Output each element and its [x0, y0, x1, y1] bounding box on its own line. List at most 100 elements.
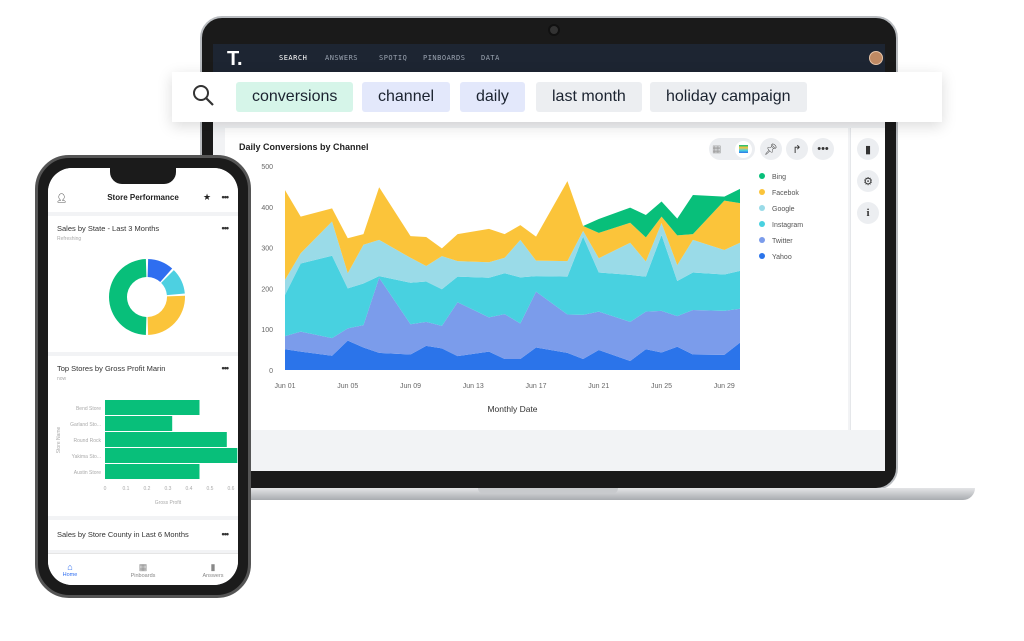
y-tick-label: 0: [269, 368, 273, 375]
y-tick-label: Round Rock: [73, 438, 101, 444]
answer-panel: Daily Conversions by Channel ▦ 📌︎ ↱ ••• …: [225, 128, 848, 430]
legend-label: Bing: [772, 174, 786, 181]
tab-pinboards[interactable]: ▦ Pinboards: [118, 562, 168, 579]
bar: [105, 464, 200, 479]
laptop-notch: [478, 488, 618, 494]
legend-label: Instagram: [772, 222, 803, 229]
x-axis-label: Gross Profit: [155, 500, 182, 506]
y-axis-label: Store Name: [56, 426, 62, 453]
x-tick-label: 0.2: [144, 486, 151, 492]
home-icon: ⌂: [67, 562, 73, 572]
card-top-stores[interactable]: Top Stores by Gross Profit Marin now •••…: [48, 356, 238, 516]
y-tick-label: Garland Sto...: [70, 422, 101, 428]
bar-chart: Bend Store Garland Sto... Round Rock Yakima…: [56, 400, 238, 506]
pinboards-icon: ▦: [138, 562, 148, 572]
nav-pinboards[interactable]: PINBOARDS: [423, 54, 465, 62]
info-icon[interactable]: i: [857, 202, 879, 224]
logo[interactable]: T.: [227, 48, 243, 71]
bar: [105, 448, 238, 463]
nav-answers[interactable]: ANSWERS: [325, 54, 358, 62]
y-tick-label: 100: [261, 327, 273, 334]
search-token[interactable]: conversions: [236, 82, 354, 112]
share-icon[interactable]: ↱: [786, 138, 808, 160]
tab-label: Answers: [202, 573, 224, 579]
search-token[interactable]: channel: [362, 82, 451, 112]
x-tick-label: 0: [104, 486, 107, 492]
search-token[interactable]: holiday campaign: [650, 82, 807, 112]
donut-slice: [108, 259, 147, 335]
bar: [105, 400, 200, 415]
tab-answers[interactable]: ▮ Answers: [188, 562, 238, 579]
chart-title: Daily Conversions by Channel: [239, 142, 369, 152]
legend-marker: [759, 205, 765, 211]
card-title: Sales by State - Last 3 Months: [57, 224, 160, 233]
tab-home[interactable]: ⌂ Home: [48, 562, 95, 578]
donut-slice: [147, 295, 185, 335]
nav-spotiq[interactable]: SPOTIQ: [379, 54, 407, 62]
search-token[interactable]: daily: [460, 82, 525, 112]
y-tick-label: 500: [261, 164, 273, 171]
gear-icon[interactable]: ⚙: [857, 170, 879, 192]
legend-marker: [759, 253, 765, 259]
x-tick-label: 0.6: [228, 486, 235, 492]
search-token[interactable]: last month: [536, 82, 642, 112]
bar: [105, 416, 173, 431]
x-tick-label: 0.1: [123, 486, 130, 492]
area-chart: 0 100 200 300 400 500 Jun 01 Jun 05 Jun 09 Jun 13…: [261, 164, 803, 414]
star-icon[interactable]: ★: [203, 192, 211, 203]
x-tick-label: 0.4: [186, 486, 193, 492]
legend-marker: [759, 237, 765, 243]
phone-screen: 👤︎ Store Performance ★ ••• Sales by Stat…: [48, 168, 238, 585]
avatar[interactable]: [869, 51, 883, 65]
legend-marker: [759, 173, 765, 179]
donut-chart: [108, 259, 185, 335]
x-tick-label: Jun 13: [463, 383, 484, 390]
card-title: Top Stores by Gross Profit Marin: [57, 364, 166, 373]
y-tick-label: 400: [261, 205, 273, 212]
legend-marker: [759, 189, 765, 195]
tab-bar: ⌂ Home ▦ Pinboards ▮ Answers: [48, 553, 238, 585]
table-icon[interactable]: ▦: [712, 144, 721, 155]
bar-chart-icon: ▮: [210, 562, 216, 572]
x-tick-label: 0.3: [165, 486, 172, 492]
legend-label: Twitter: [772, 238, 793, 245]
x-tick-label: Jun 05: [337, 383, 358, 390]
x-tick-label: Jun 21: [588, 383, 609, 390]
tab-label: Home: [62, 572, 78, 578]
view-toggle[interactable]: ▦: [709, 138, 755, 160]
bar: [105, 432, 227, 447]
right-toolbar: ▮ ⚙ i: [850, 128, 885, 430]
nav-data[interactable]: DATA: [481, 54, 500, 62]
legend-label: Facebok: [772, 190, 799, 197]
y-tick-label: 200: [261, 286, 273, 293]
x-tick-label: Jun 29: [714, 383, 735, 390]
x-tick-label: Jun 09: [400, 383, 421, 390]
search-icon[interactable]: [192, 84, 214, 106]
card-status: now: [57, 376, 67, 382]
y-tick-label: 300: [261, 246, 273, 253]
camera: [548, 24, 560, 36]
card-sales-by-county[interactable]: Sales by Store County in Last 6 Months •…: [48, 520, 238, 550]
phone-notch: [110, 168, 176, 184]
card-sales-by-state[interactable]: Sales by State - Last 3 Months Refreshin…: [48, 216, 238, 352]
more-icon[interactable]: •••: [222, 192, 230, 202]
y-tick-label: Bend Store: [76, 406, 101, 412]
more-icon[interactable]: •••: [222, 529, 230, 539]
x-tick-label: 0.5: [207, 486, 214, 492]
x-tick-label: Jun 01: [274, 383, 295, 390]
more-icon[interactable]: •••: [812, 138, 834, 160]
bar-chart-icon[interactable]: ▮: [857, 138, 879, 160]
tab-label: Pinboards: [130, 573, 156, 579]
more-icon[interactable]: •••: [222, 223, 230, 233]
area-chart-icon[interactable]: [735, 140, 752, 158]
search-bar[interactable]: conversions channel daily last month holiday…: [172, 72, 942, 122]
more-icon[interactable]: •••: [222, 363, 230, 373]
legend-label: Google: [772, 206, 795, 213]
x-axis-label: Monthly Date: [487, 404, 537, 414]
x-tick-label: Jun 17: [526, 383, 547, 390]
nav-search[interactable]: SEARCH: [279, 54, 307, 62]
pin-icon[interactable]: 📌︎: [760, 138, 782, 160]
y-tick-label: Yakima Sto...: [72, 454, 101, 460]
x-tick-label: Jun 25: [651, 383, 672, 390]
legend-marker: [759, 221, 765, 227]
